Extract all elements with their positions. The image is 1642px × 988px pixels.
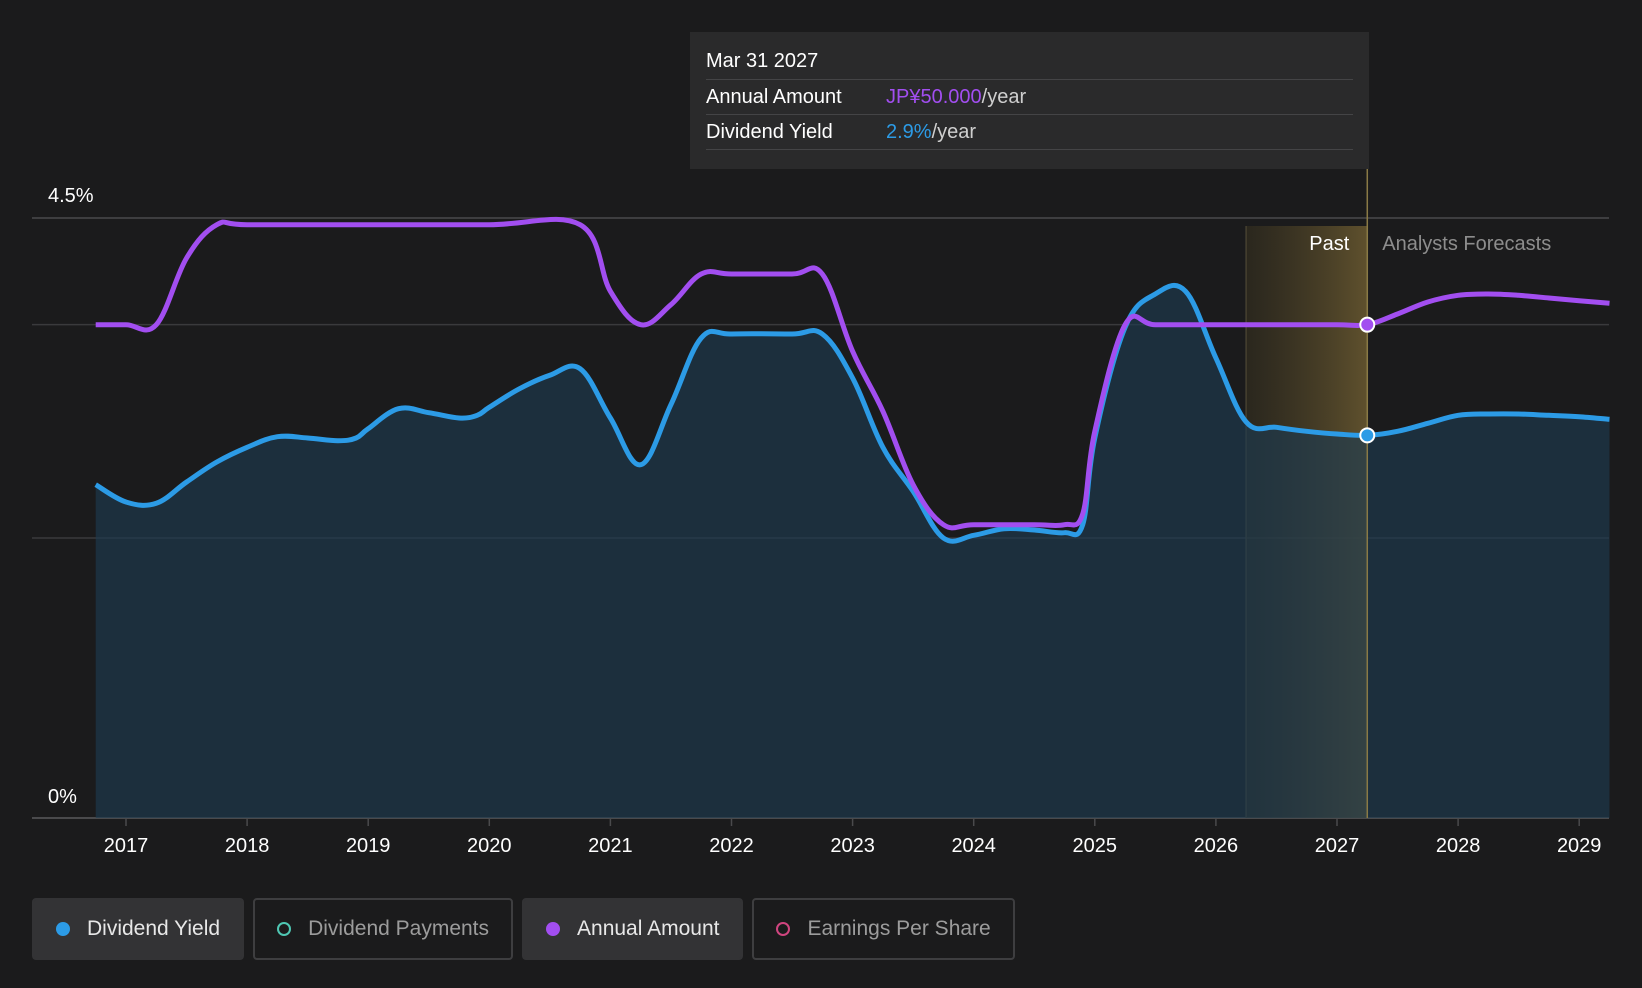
- x-tick-label: 2025: [1073, 835, 1118, 857]
- tooltip-unit: /year: [931, 121, 977, 143]
- legend-label: Dividend Yield: [87, 917, 221, 940]
- legend-label: Annual Amount: [577, 917, 720, 940]
- x-tick-label: 2029: [1557, 835, 1602, 857]
- x-tick-label: 2020: [467, 835, 512, 857]
- legend-dot-icon: [277, 922, 292, 936]
- legend-dot-icon: [546, 922, 561, 936]
- tooltip-label: Dividend Yield: [706, 121, 833, 143]
- legend-dividend-payments[interactable]: Dividend Payments: [253, 898, 514, 960]
- x-axis: 2017 2018 2019 2020 2021 2022 2023 2024 2025 2026…: [104, 818, 1602, 857]
- chart-legend: Dividend Yield Dividend Payments Annual …: [32, 898, 1024, 960]
- tooltip-unit: /year: [981, 86, 1027, 108]
- dividend-yield-marker: [1359, 427, 1376, 444]
- analysts-forecasts-label: Analysts Forecasts: [1382, 233, 1551, 255]
- legend-label: Dividend Payments: [308, 917, 490, 940]
- x-tick-label: 2024: [951, 835, 996, 857]
- y-axis: 0% 4.5%: [48, 185, 94, 808]
- x-tick-label: 2017: [104, 835, 149, 857]
- x-tick-label: 2018: [225, 835, 270, 857]
- x-tick-label: 2023: [830, 835, 875, 857]
- x-tick-label: 2021: [588, 835, 633, 857]
- legend-dot-icon: [776, 922, 791, 936]
- x-tick-label: 2019: [346, 835, 391, 857]
- tooltip-value: JP¥50.000: [886, 86, 982, 108]
- legend-earnings-per-share[interactable]: Earnings Per Share: [752, 898, 1015, 960]
- y-tick-label: 0%: [48, 786, 77, 808]
- tooltip-date: Mar 31 2027: [706, 46, 1353, 80]
- annual-amount-marker: [1359, 316, 1376, 333]
- tooltip-label: Annual Amount: [706, 86, 842, 108]
- x-tick-label: 2028: [1436, 835, 1481, 857]
- x-tick-label: 2022: [709, 835, 754, 857]
- y-tick-label: 4.5%: [48, 185, 94, 207]
- past-label: Past: [1309, 233, 1349, 255]
- x-tick-label: 2026: [1194, 835, 1239, 857]
- dividend-yield-area: [95, 285, 1610, 818]
- tooltip-value: 2.9%: [886, 121, 932, 143]
- legend-label: Earnings Per Share: [807, 917, 991, 940]
- tooltip-row-annual-amount: Annual Amount JP¥50.000/year: [706, 80, 1353, 115]
- chart-tooltip: Mar 31 2027 Annual Amount JP¥50.000/year…: [690, 32, 1369, 169]
- legend-dividend-yield[interactable]: Dividend Yield: [32, 898, 245, 960]
- x-tick-label: 2027: [1315, 835, 1360, 857]
- legend-annual-amount[interactable]: Annual Amount: [522, 898, 744, 960]
- tooltip-row-dividend-yield: Dividend Yield 2.9%/year: [706, 115, 1353, 150]
- legend-dot-icon: [56, 922, 70, 936]
